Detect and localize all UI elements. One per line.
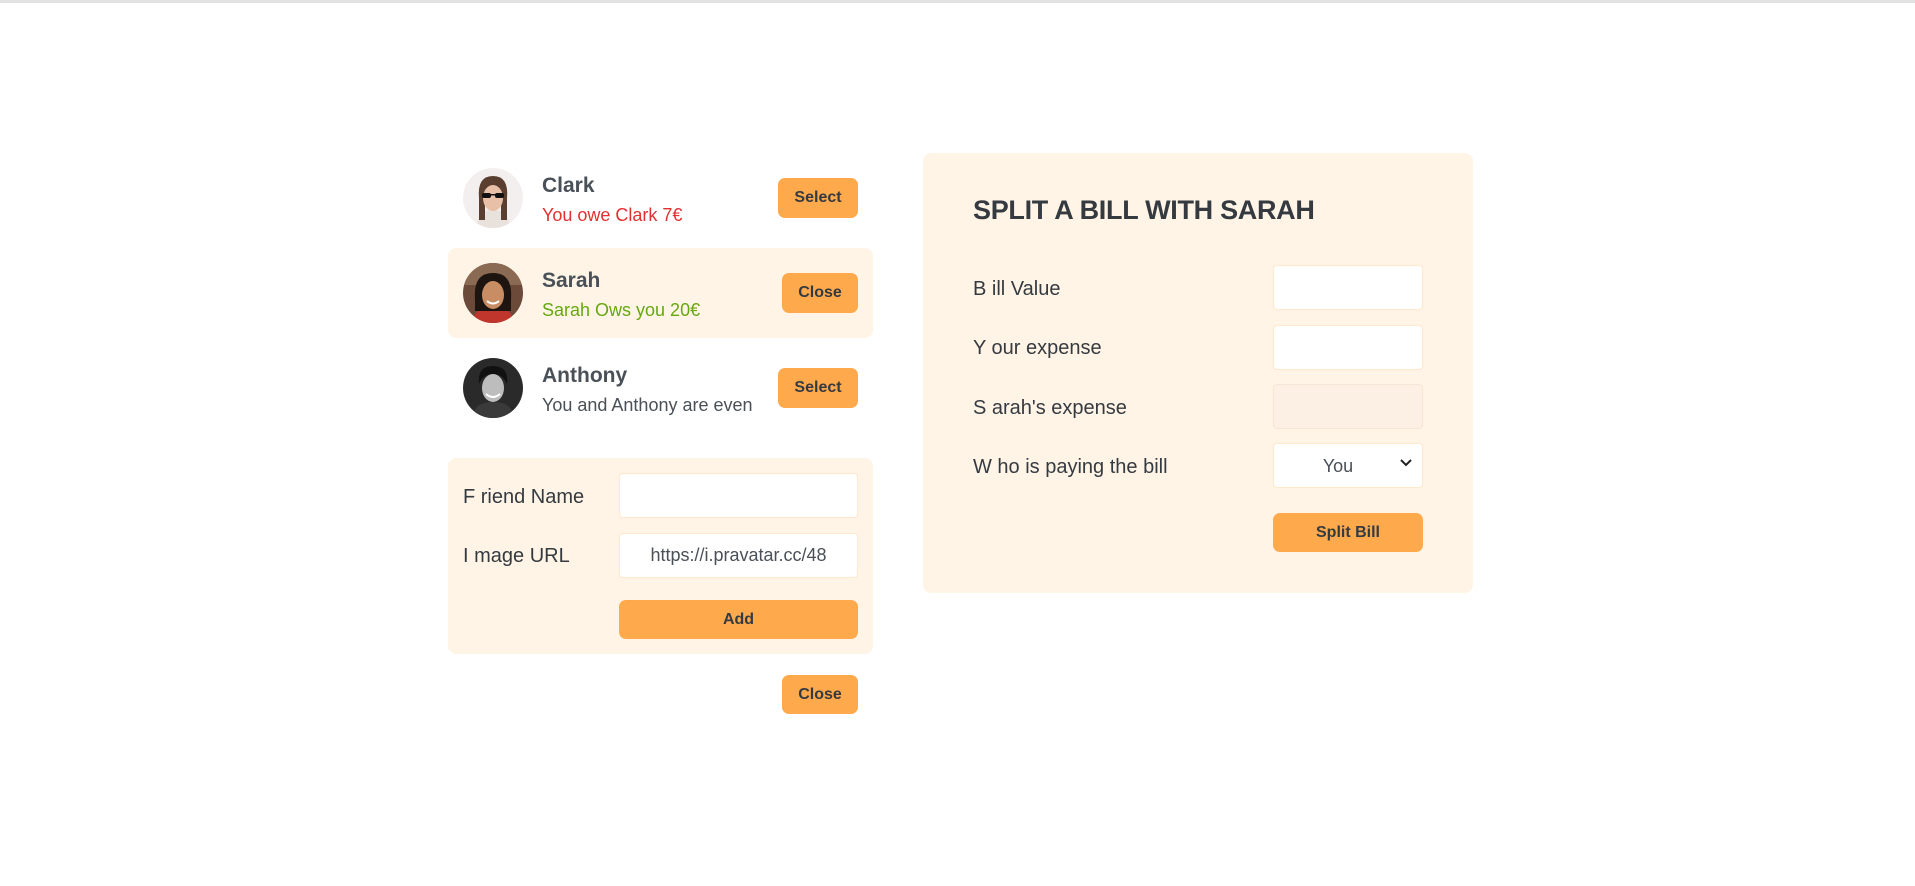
friend-balance-status: You and Anthony are even	[542, 395, 753, 415]
image-url-label: I mage URL	[463, 545, 570, 567]
friend-item-sarah: Sarah Sarah Ows you 20€ Close	[448, 248, 873, 338]
close-form-button[interactable]: Close	[782, 675, 858, 714]
friend-name-label: F riend Name	[463, 486, 585, 508]
friend-name: Anthony	[542, 364, 628, 387]
split-bill-button[interactable]: Split Bill	[1273, 513, 1423, 552]
your-expense-input[interactable]	[1273, 325, 1423, 370]
image-url-input[interactable]	[619, 533, 858, 578]
friend-balance-status: You owe Clark 7€	[542, 205, 683, 225]
payer-select[interactable]: You	[1273, 443, 1423, 488]
friend-expense-input	[1273, 384, 1423, 429]
avatar-sarah	[463, 263, 523, 323]
friend-item-clark: Clark You owe Clark 7€ Select	[448, 153, 873, 243]
split-bill-form: SPLIT A BILL WITH SARAH B ill Value Y ou…	[923, 153, 1473, 593]
friend-item-anthony: Anthony You and Anthony are even Select	[448, 343, 873, 433]
select-button-anthony[interactable]: Select	[778, 368, 858, 408]
friend-name: Sarah	[542, 269, 601, 292]
avatar-clark	[463, 168, 523, 228]
friends-list: Clark You owe Clark 7€ Select Sarah Sara…	[448, 153, 873, 438]
your-expense-label: Y our expense	[973, 337, 1102, 359]
split-bill-title: SPLIT A BILL WITH SARAH	[973, 195, 1315, 225]
top-border	[0, 0, 1915, 3]
chevron-down-icon	[1400, 453, 1412, 478]
friend-name-input[interactable]	[619, 473, 858, 518]
avatar-anthony	[463, 358, 523, 418]
close-button-sarah[interactable]: Close	[782, 273, 858, 313]
bill-value-input[interactable]	[1273, 265, 1423, 310]
payer-label: W ho is paying the bill	[973, 456, 1168, 478]
friend-expense-label: S arah's expense	[973, 397, 1127, 419]
payer-selected-value: You	[1322, 456, 1354, 476]
bill-value-label: B ill Value	[973, 278, 1061, 300]
select-button-clark[interactable]: Select	[778, 178, 858, 218]
friend-balance-status: Sarah Ows you 20€	[542, 300, 701, 320]
add-friend-form: F riend Name I mage URL Add	[448, 458, 873, 654]
friend-name: Clark	[542, 174, 595, 197]
add-friend-button[interactable]: Add	[619, 600, 858, 639]
